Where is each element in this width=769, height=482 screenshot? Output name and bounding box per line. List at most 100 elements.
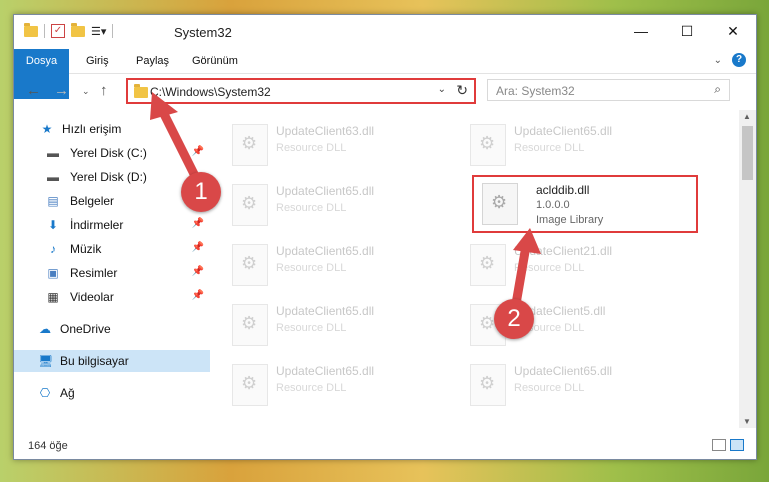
list-item[interactable]: UpdateClient5.dll Resource DLL bbox=[452, 298, 682, 348]
sidebar-item-onedrive[interactable]: ☁ OneDrive bbox=[14, 318, 210, 340]
sidebar-item-local-disk-d[interactable]: ▬ Yerel Disk (D:) bbox=[14, 166, 210, 188]
recent-locations-icon[interactable]: ⌄ bbox=[82, 86, 90, 97]
sidebar-item-label: İndirmeler bbox=[70, 218, 124, 232]
dll-file-icon bbox=[470, 364, 506, 406]
properties-icon[interactable]: ✓ bbox=[51, 24, 65, 38]
help-icon[interactable]: ? bbox=[732, 53, 746, 67]
refresh-icon[interactable]: ↻ bbox=[456, 82, 468, 99]
details-view-icon[interactable] bbox=[712, 439, 726, 451]
sidebar-item-downloads[interactable]: ⬇ İndirmeler 📌 bbox=[14, 214, 210, 236]
close-button[interactable]: ✕ bbox=[710, 15, 756, 47]
file-description: Resource DLL bbox=[514, 382, 585, 394]
vertical-scrollbar[interactable]: ▲ ▼ bbox=[739, 110, 756, 428]
network-icon: ⎔ bbox=[39, 386, 51, 400]
drive-icon: ▬ bbox=[47, 146, 59, 160]
sidebar-item-this-pc[interactable]: 🖥 Bu bilgisayar bbox=[14, 350, 210, 372]
file-description: Resource DLL bbox=[276, 142, 347, 154]
new-folder-icon[interactable] bbox=[71, 22, 85, 37]
dll-file-icon bbox=[232, 364, 268, 406]
back-icon[interactable]: ← bbox=[26, 82, 41, 99]
search-input[interactable]: Ara: System32 bbox=[496, 84, 575, 98]
file-description: Resource DLL bbox=[276, 262, 347, 274]
expand-ribbon-icon[interactable]: ⌄ bbox=[714, 55, 722, 66]
file-name: UpdateClient21.dll bbox=[514, 244, 613, 258]
ribbon-tabs: Dosya Giriş Paylaş Görünüm ⌄ ? bbox=[14, 49, 756, 99]
list-item[interactable]: UpdateClient65.dll Resource DLL bbox=[214, 298, 444, 348]
computer-icon: 🖥 bbox=[38, 354, 54, 368]
list-item[interactable]: UpdateClient21.dll Resource DLL bbox=[452, 238, 682, 288]
sidebar-item-label: Ağ bbox=[60, 386, 75, 400]
tab-home[interactable]: Giriş bbox=[86, 49, 109, 73]
search-icon[interactable]: ⌕ bbox=[714, 82, 721, 97]
dll-file-icon bbox=[232, 184, 268, 226]
list-item[interactable]: UpdateClient65.dll Resource DLL bbox=[452, 358, 682, 408]
navigation-bar: ← → ⌄ ↑ C:\Windows\System32 ⌄ ↻ Ara: Sys… bbox=[14, 74, 756, 108]
scrollbar-thumb[interactable] bbox=[742, 126, 753, 180]
item-count: 164 öğe bbox=[28, 440, 68, 452]
step-badge-2: 2 bbox=[494, 299, 534, 339]
chevron-down-icon[interactable]: ⌄ bbox=[438, 84, 446, 95]
file-name: UpdateClient65.dll bbox=[276, 184, 375, 198]
list-item[interactable]: UpdateClient65.dll Resource DLL bbox=[214, 358, 444, 408]
sidebar-item-network[interactable]: ⎔ Ağ bbox=[14, 382, 210, 404]
videos-icon: ▦ bbox=[47, 290, 59, 304]
list-item[interactable]: UpdateClient65.dll Resource DLL bbox=[214, 238, 444, 288]
sidebar-item-music[interactable]: ♪ Müzik 📌 bbox=[14, 238, 210, 260]
window-controls: — ☐ ✕ bbox=[618, 15, 756, 47]
file-name: aclddib.dll bbox=[536, 183, 590, 197]
list-item[interactable]: UpdateClient65.dll Resource DLL bbox=[214, 178, 444, 228]
up-icon[interactable]: ↑ bbox=[100, 82, 108, 99]
star-icon: ★ bbox=[41, 122, 53, 136]
search-box[interactable]: Ara: System32 ⌕ bbox=[487, 79, 730, 101]
sidebar-item-label: Müzik bbox=[70, 242, 102, 256]
file-list: UpdateClient63.dll Resource DLL UpdateCl… bbox=[214, 110, 726, 430]
folder-icon bbox=[134, 84, 148, 98]
divider bbox=[44, 24, 45, 38]
download-icon: ⬇ bbox=[47, 218, 59, 232]
sidebar-item-videos[interactable]: ▦ Videolar 📌 bbox=[14, 286, 210, 308]
file-version: 1.0.0.0 bbox=[536, 199, 570, 211]
sidebar-item-label: Videolar bbox=[70, 290, 114, 304]
sidebar-item-pictures[interactable]: ▣ Resimler 📌 bbox=[14, 262, 210, 284]
customize-icon[interactable]: ☰▾ bbox=[91, 25, 106, 38]
sidebar-item-label: Bu bilgisayar bbox=[60, 354, 129, 368]
folder-icon bbox=[24, 22, 38, 37]
status-bar: 164 öğe bbox=[14, 433, 756, 459]
minimize-button[interactable]: — bbox=[618, 15, 664, 47]
scroll-up-icon[interactable]: ▲ bbox=[743, 112, 751, 121]
pictures-icon: ▣ bbox=[47, 266, 59, 280]
pin-icon[interactable]: 📌 bbox=[192, 266, 204, 277]
highlighted-file[interactable]: aclddib.dll 1.0.0.0 Image Library bbox=[472, 175, 698, 233]
sidebar-item-label: OneDrive bbox=[60, 322, 111, 336]
cloud-icon: ☁ bbox=[39, 322, 51, 336]
maximize-button[interactable]: ☐ bbox=[664, 15, 710, 47]
list-item[interactable]: UpdateClient63.dll Resource DLL bbox=[214, 118, 444, 168]
address-path[interactable]: C:\Windows\System32 bbox=[150, 85, 271, 99]
sidebar-item-label: Hızlı erişim bbox=[62, 122, 122, 136]
dll-file-icon bbox=[232, 244, 268, 286]
scroll-down-icon[interactable]: ▼ bbox=[743, 417, 751, 426]
list-item[interactable]: UpdateClient65.dll Resource DLL bbox=[452, 118, 682, 168]
file-name: UpdateClient65.dll bbox=[514, 364, 613, 378]
music-icon: ♪ bbox=[50, 242, 56, 256]
tab-view[interactable]: Görünüm bbox=[192, 49, 238, 73]
sidebar-item-label: Resimler bbox=[70, 266, 118, 280]
dll-file-icon bbox=[482, 183, 518, 225]
pin-icon[interactable]: 📌 bbox=[192, 290, 204, 301]
pin-icon[interactable]: 📌 bbox=[192, 218, 204, 229]
tab-share[interactable]: Paylaş bbox=[136, 49, 169, 73]
pin-icon[interactable]: 📌 bbox=[192, 146, 204, 157]
sidebar-item-local-disk-c[interactable]: ▬ Yerel Disk (C:) 📌 bbox=[14, 142, 210, 164]
drive-icon: ▬ bbox=[47, 170, 59, 184]
large-icons-view-icon[interactable] bbox=[730, 439, 744, 451]
pin-icon[interactable]: 📌 bbox=[192, 242, 204, 253]
title-bar: ✓ ☰▾ System32 — ☐ ✕ bbox=[14, 15, 756, 49]
sidebar-item-quick-access[interactable]: ★ Hızlı erişim bbox=[14, 118, 210, 140]
address-bar[interactable]: C:\Windows\System32 ⌄ ↻ bbox=[126, 78, 476, 104]
forward-icon[interactable]: → bbox=[54, 82, 69, 99]
navigation-pane: ★ Hızlı erişim ▬ Yerel Disk (C:) 📌 ▬ Yer… bbox=[14, 110, 210, 420]
file-description: Resource DLL bbox=[276, 322, 347, 334]
window-title: System32 bbox=[174, 25, 232, 40]
file-name: UpdateClient65.dll bbox=[276, 304, 375, 318]
sidebar-item-label: Belgeler bbox=[70, 194, 115, 208]
